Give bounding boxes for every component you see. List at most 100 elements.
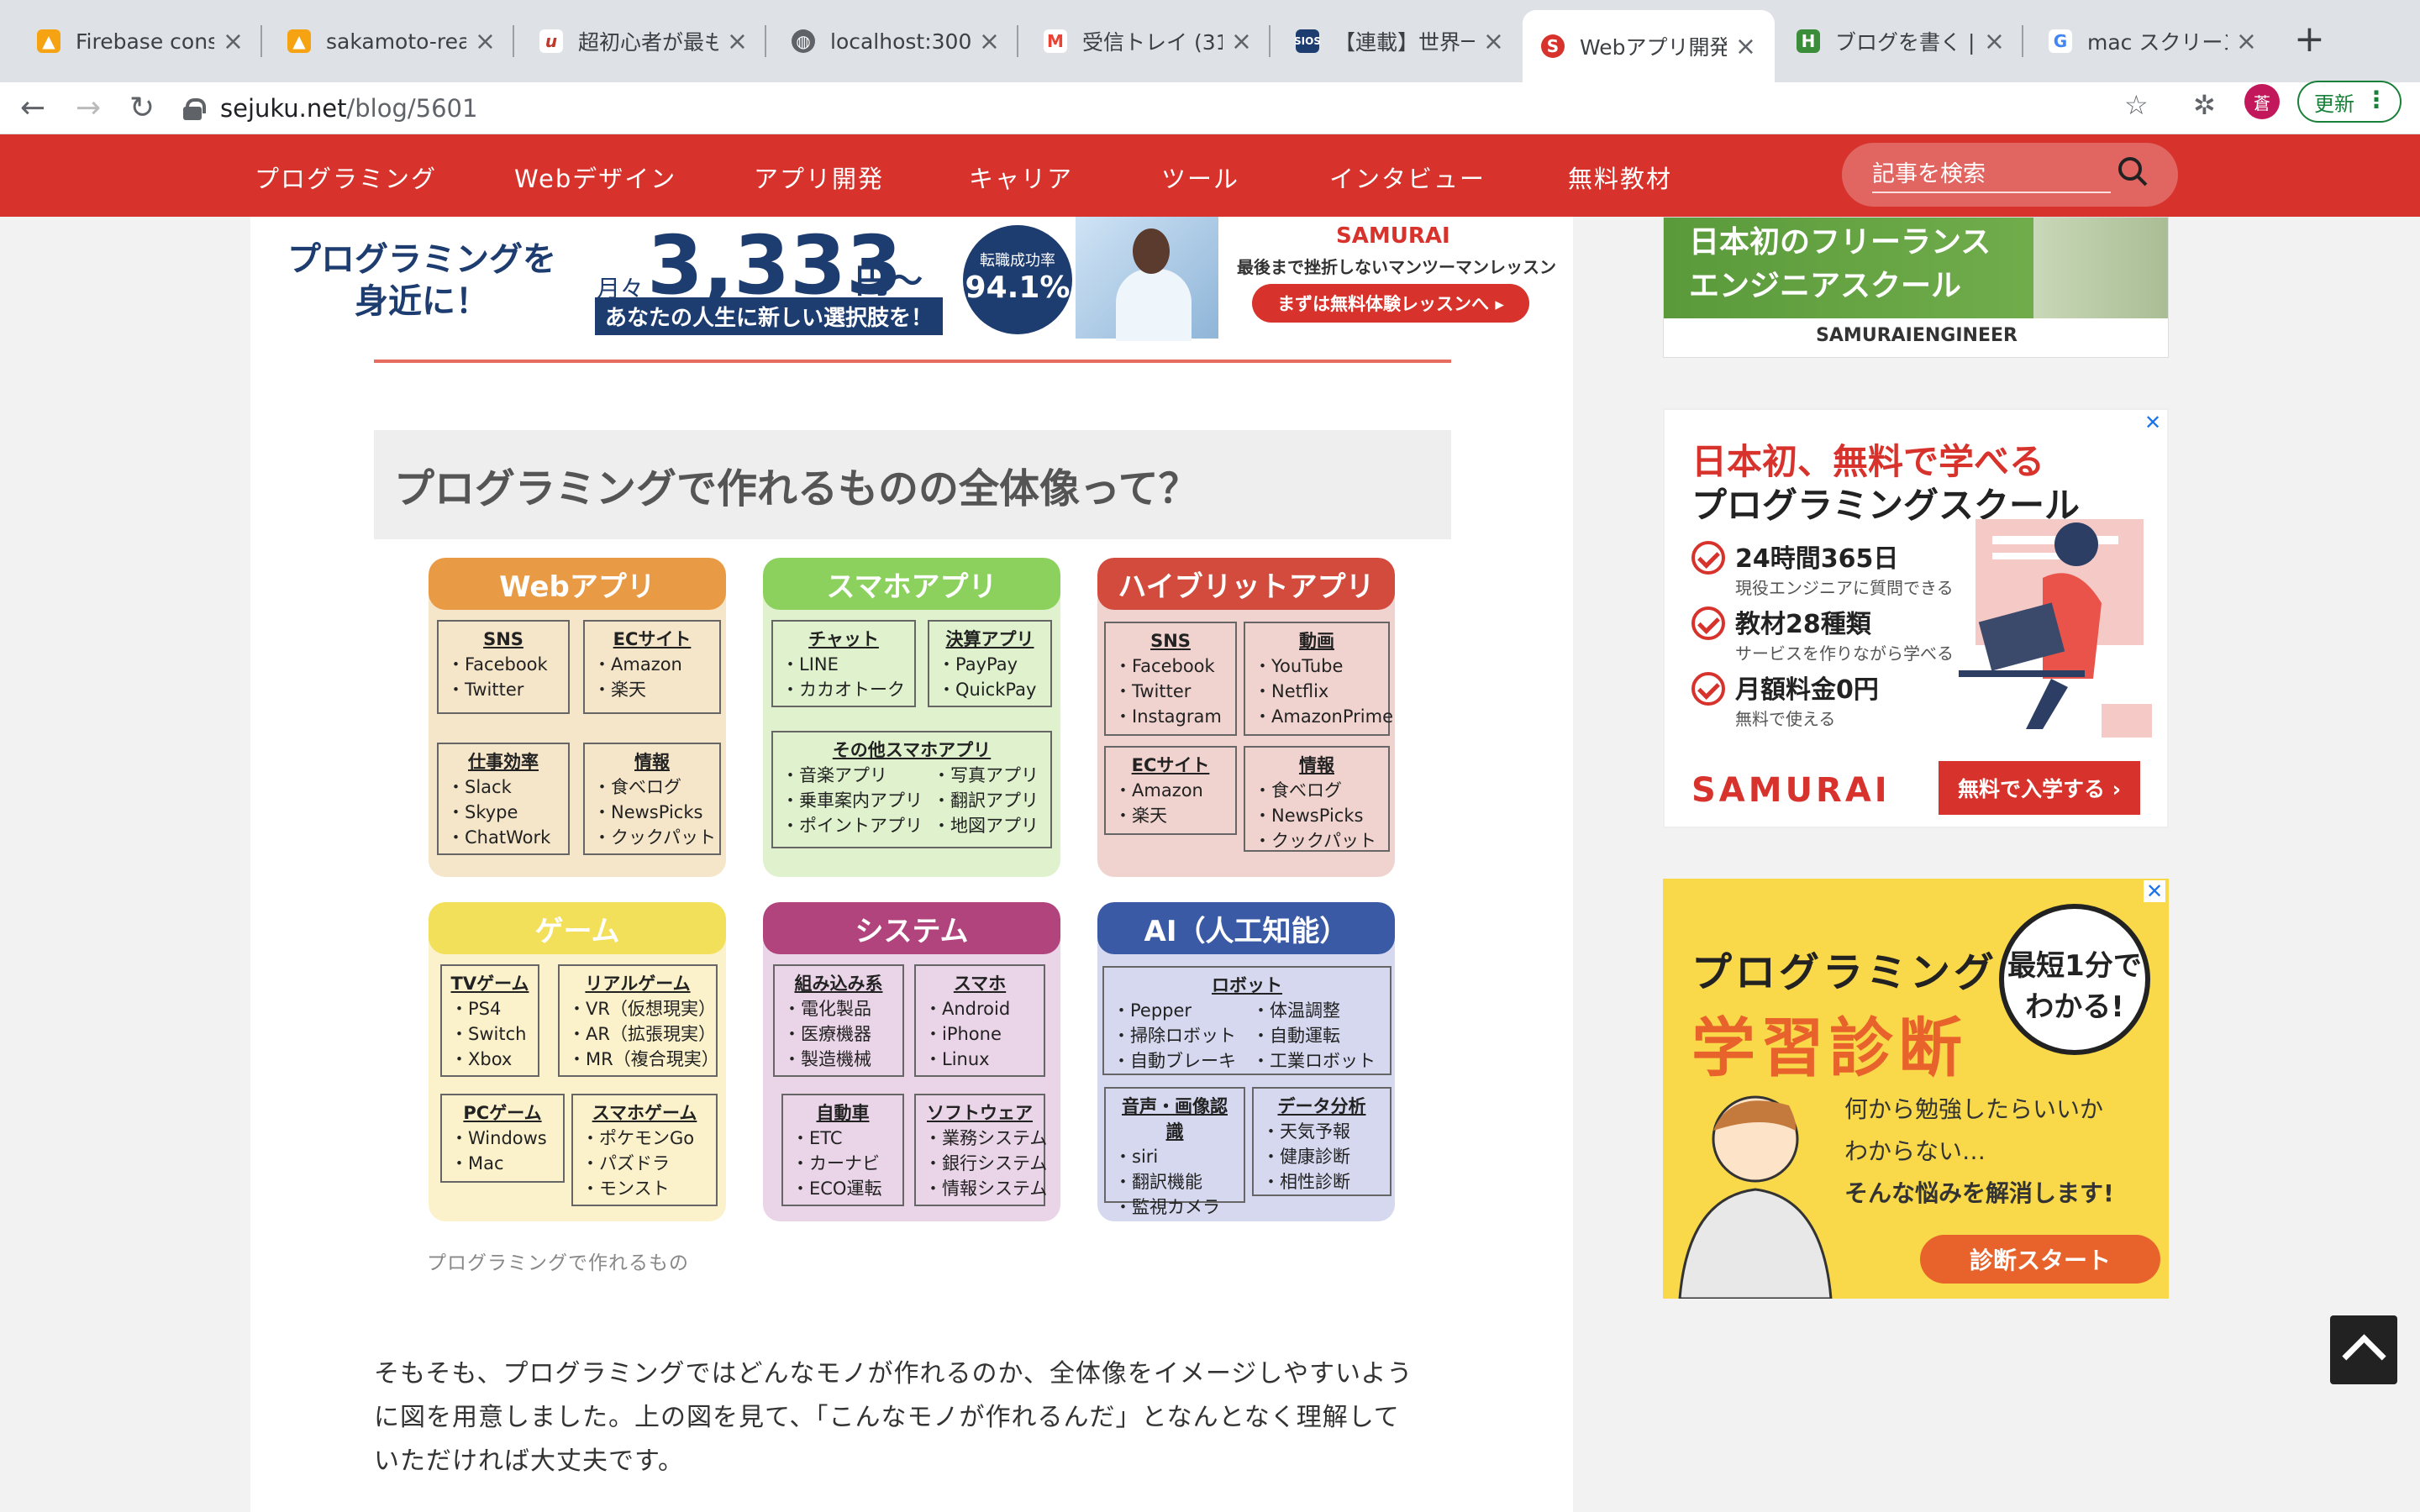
nav-programming[interactable]: プログラミング (255, 160, 437, 195)
ad-close-icon[interactable]: ✕ (2142, 412, 2164, 433)
ad-description: 最後まで挫折しないマンツーマンレッスン (1237, 257, 1556, 277)
url-path: /blog/5601 (346, 94, 478, 123)
cell-hybrid-ec: ECサイト ・Amazon ・楽天 (1104, 746, 1237, 835)
tab-webapp-active[interactable]: S Webアプリ開発 × (1523, 10, 1775, 82)
tab-udemy[interactable]: u 超初心者が最も簡 × (521, 10, 766, 72)
ad-illustration (1959, 519, 2152, 738)
nav-career[interactable]: キャリア (969, 160, 1073, 195)
category-title: システム (763, 902, 1060, 954)
nav-app-dev[interactable]: アプリ開発 (754, 160, 884, 195)
cell-item: ・情報システム (924, 1179, 1048, 1199)
tab-hatena-blog[interactable]: H ブログを書く | A × (1778, 10, 2023, 72)
cell-title: 音声・画像認識 (1122, 1096, 1228, 1142)
paragraph-line: そもそも、プログラミングではどんなモノが作れるのか、全体像をイメージしやすいよう (374, 1359, 1413, 1389)
divider (374, 360, 1451, 363)
sidebar-ad-free-school[interactable]: ✕ 日本初、無料で学べる プログラミングスクール 24時間365日 現役エンジニ… (1663, 408, 2169, 828)
nav-tools[interactable]: ツール (1161, 160, 1239, 195)
cell-item: ・ETC (792, 1128, 843, 1148)
nav-web-design[interactable]: Webデザイン (514, 160, 676, 195)
extensions-icon[interactable]: ✲ (2193, 89, 2216, 121)
ad-start-button[interactable]: 診断スタート (1920, 1235, 2160, 1284)
tab-gmail[interactable]: M 受信トレイ (31) × (1025, 10, 1270, 72)
paragraph-line: に図を用意しました。上の図を見て、「こんなモノが作れるんだ」となんとなく理解して (374, 1403, 1400, 1432)
close-icon[interactable]: × (1735, 32, 1756, 61)
ad-cta-button[interactable]: まずは無料体験レッスンへ ▸ (1252, 284, 1529, 323)
nav-free-materials[interactable]: 無料教材 (1568, 160, 1672, 195)
close-icon[interactable]: × (1231, 27, 1252, 56)
cell-item: ・モンスト (581, 1179, 670, 1199)
tab-sakamoto[interactable]: ▲ sakamoto-reac × (269, 10, 514, 72)
close-icon[interactable]: × (2236, 27, 2257, 56)
ad-close-icon[interactable]: ✕ (2144, 880, 2165, 902)
cell-title: SNS (483, 629, 523, 649)
tab-firebase-console[interactable]: ▲ Firebase consol × (18, 10, 262, 72)
cell-web-ec: ECサイト ・Amazon ・楽天 (583, 620, 721, 714)
cell-sp-other: その他スマホアプリ ・音楽アプリ ・写真アプリ ・乗車案内アプリ ・翻訳アプリ … (771, 731, 1052, 848)
tab-localhost[interactable]: ◍ localhost:3000 × (773, 10, 1018, 72)
cell-item: ・電化製品 (783, 999, 871, 1019)
nav-interview[interactable]: インタビュー (1329, 160, 1486, 195)
cell-title: ECサイト (613, 629, 692, 649)
address-bar[interactable]: sejuku.net/blog/5601 (183, 86, 2149, 131)
cell-item: ・天気予報 (1262, 1121, 1350, 1142)
tab-title: 受信トレイ (31) (1082, 30, 1223, 55)
cell-item: ・ポケモンGo (581, 1128, 695, 1148)
cell-item: ・Slack (447, 777, 512, 797)
tab-sios[interactable]: SIOS 【連載】世界一わ × (1277, 10, 1523, 72)
update-button[interactable]: 更新 ⋮ (2297, 81, 2402, 123)
close-icon[interactable]: × (979, 27, 1000, 56)
sidebar-ad-diagnosis[interactable]: ✕ プログラミング 学習診断 最短1分で わかる! 何から勉強したらいいか わか… (1663, 879, 2169, 1299)
tab-title: Firebase consol (76, 29, 214, 54)
cell-item: ・パズドラ (581, 1153, 670, 1173)
cell-system-software: ソフトウェア ・業務システム ・銀行システム ・情報システム (914, 1094, 1048, 1206)
ad-headline: プログラミングを身近に！ (287, 240, 556, 321)
close-icon[interactable]: × (1984, 27, 2005, 56)
close-icon[interactable]: × (727, 27, 748, 56)
check-circle-icon (1691, 672, 1725, 706)
cell-title: スマホゲーム (592, 1103, 697, 1123)
cell-item: ・Linux (924, 1049, 990, 1069)
ad-title: 学習診断 (1691, 1011, 1967, 1085)
cell-item: ・Amazon (593, 654, 682, 675)
new-tab-button[interactable]: + (2294, 18, 2325, 60)
ad-enroll-button[interactable]: 無料で入学する › (1939, 761, 2140, 815)
cell-title: 自動車 (816, 1103, 870, 1123)
bookmark-star-icon[interactable]: ☆ (2124, 89, 2149, 121)
tab-title: 超初心者が最も簡 (578, 30, 718, 55)
url-host: sejuku.net (220, 94, 347, 123)
menu-dots-icon[interactable]: ⋮ (2365, 86, 2388, 113)
cell-hybrid-sns: SNS ・Facebook ・Twitter ・Instagram (1104, 622, 1237, 736)
close-icon[interactable]: × (1483, 27, 1504, 56)
cell-item: ・PS4 (450, 999, 502, 1019)
cell-title: データ分析 (1277, 1096, 1366, 1116)
sidebar-ad-freelance-school[interactable]: 日本初のフリーランス エンジニアスクール SAMURAIENGINEER (1663, 217, 2169, 358)
cell-title: 仕事効率 (468, 752, 539, 772)
cell-item: ・PayPay (938, 654, 1018, 675)
search-icon[interactable] (2116, 155, 2149, 188)
cell-title: チャット (808, 629, 879, 649)
cell-item: ・医療機器 (783, 1024, 871, 1044)
scroll-to-top-button[interactable] (2330, 1315, 2397, 1384)
reload-icon[interactable]: ↻ (129, 87, 155, 129)
profile-avatar[interactable]: 蒼 (2244, 84, 2280, 119)
search-box (1842, 143, 2178, 207)
close-icon[interactable]: × (475, 27, 496, 56)
cell-item: ・相性診断 (1262, 1172, 1350, 1192)
close-icon[interactable]: × (223, 27, 244, 56)
cell-item: ・Android (924, 999, 1011, 1019)
back-arrow-icon[interactable]: ← (20, 87, 45, 129)
firebase-icon: ▲ (37, 29, 60, 53)
forward-arrow-icon[interactable]: → (76, 87, 101, 129)
ad-point-title: 月額料金0円 (1735, 675, 1879, 705)
cell-item: ・Mac (450, 1153, 504, 1173)
cell-item: ・楽天 (593, 680, 646, 700)
cell-item: ・MR（複合現実） (568, 1049, 719, 1069)
cell-title: ソフトウェア (927, 1103, 1033, 1123)
tab-google-search[interactable]: G mac スクリーン × (2030, 10, 2275, 72)
top-banner-ad[interactable]: プログラミングを身近に！ 月々 3,333 円〜 あなたの人生に新しい選択肢を！… (252, 217, 1571, 343)
rate-label: 転職成功率 (980, 252, 1055, 270)
search-input[interactable] (1872, 156, 2111, 193)
ad-success-rate-badge: 転職成功率 94.1% (963, 225, 1072, 334)
lock-icon (183, 98, 206, 120)
cell-item: ・iPhone (924, 1024, 1002, 1044)
